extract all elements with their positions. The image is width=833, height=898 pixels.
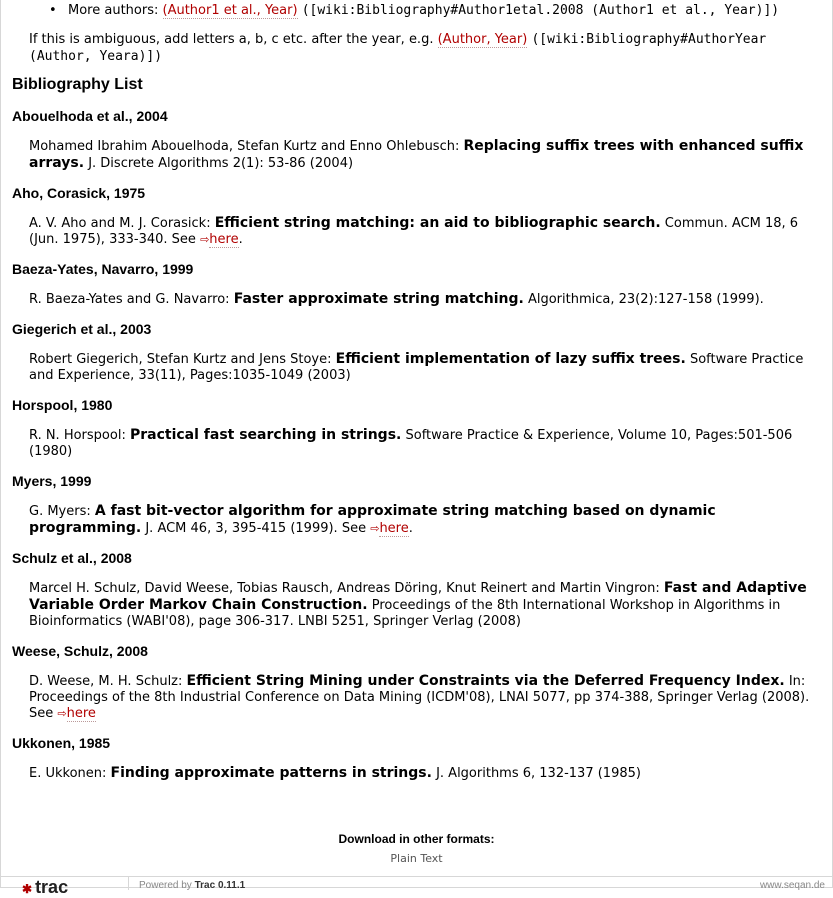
entry-authors: A. V. Aho and M. J. Corasick: — [29, 216, 211, 231]
external-link-icon: ⇨ — [57, 707, 67, 720]
entry-here-link[interactable]: here — [379, 521, 409, 537]
note-text: If this is ambiguous, add letters a, b, … — [29, 32, 434, 47]
entry-authors: Mohamed Ibrahim Abouelhoda, Stefan Kurtz… — [29, 139, 460, 154]
entry-title: Efficient String Mining under Constraint… — [186, 673, 785, 689]
external-link-icon: ⇨ — [200, 233, 210, 246]
entry-key: Baeza-Yates, Navarro, 1999 — [12, 261, 194, 277]
entry-see: See — [29, 706, 54, 721]
entry-title: Faster approximate string matching. — [233, 291, 524, 307]
entry-citation: Mohamed Ibrahim Abouelhoda, Stefan Kurtz… — [29, 138, 822, 172]
entry-key: Myers, 1999 — [12, 473, 92, 489]
entry-title: Practical fast searching in strings. — [129, 427, 402, 443]
entry-authors: R. N. Horspool: — [29, 428, 126, 443]
entry-citation: Marcel H. Schulz, David Weese, Tobias Ra… — [29, 580, 822, 630]
entry-citation: R. N. Horspool: Practical fast searching… — [29, 427, 822, 460]
footer-divider — [128, 877, 129, 890]
entry-key: Giegerich et al., 2003 — [12, 321, 152, 337]
more-authors-bullet: • More authors: (Author1 et al., Year) (… — [12, 2, 822, 19]
trac-version-link[interactable]: Trac 0.11.1 — [195, 880, 246, 891]
trac-logo[interactable]: ✱ trac — [22, 878, 68, 898]
bibliography-list: Abouelhoda et al., 2004 Mohamed Ibrahim A… — [12, 107, 822, 782]
entry-key: Schulz et al., 2008 — [12, 550, 132, 566]
entry-see-tail: . — [408, 521, 413, 536]
bibliography-heading: Bibliography List — [12, 76, 143, 93]
entry-venue: J. Algorithms 6, 132-137 (1985) — [436, 766, 641, 781]
entry-authors: E. Ukkonen: — [29, 766, 107, 781]
entry-authors: D. Weese, M. H. Schulz: — [29, 674, 183, 689]
entry-citation: R. Baeza-Yates and G. Navarro: Faster ap… — [29, 291, 822, 308]
entry-key: Abouelhoda et al., 2004 — [12, 108, 168, 124]
powered-prefix: Powered by — [139, 880, 192, 891]
trac-logo-icon: ✱ — [22, 882, 33, 896]
entry-citation: A. V. Aho and M. J. Corasick: Efficient … — [29, 215, 822, 248]
author-year-link[interactable]: (Author, Year) — [437, 32, 528, 48]
wiki-content: • More authors: (Author1 et al., Year) (… — [12, 0, 822, 782]
entry-citation: D. Weese, M. H. Schulz: Efficient String… — [29, 673, 822, 722]
entry-here-link[interactable]: here — [66, 706, 96, 722]
entry-authors: Robert Giegerich, Stefan Kurtz and Jens … — [29, 352, 332, 367]
entry-authors: Marcel H. Schulz, David Weese, Tobias Ra… — [29, 581, 660, 596]
entry-venue: Algorithmica, 23(2):127-158 (1999). — [527, 292, 764, 307]
entry-authors: R. Baeza-Yates and G. Navarro: — [29, 292, 230, 307]
download-title: Download in other formats: — [338, 832, 495, 846]
entry-title: Finding approximate patterns in strings. — [110, 765, 432, 781]
entry-venue: J. ACM 46, 3, 395-415 (1999). — [145, 521, 338, 536]
entry-see: See — [341, 521, 367, 536]
entry-authors: G. Myers: — [29, 504, 91, 519]
entry-venue: J. Discrete Algorithms 2(1): 53-86 (2004… — [88, 156, 354, 171]
author-etal-link[interactable]: (Author1 et al., Year) — [162, 3, 298, 19]
entry-title: Efficient implementation of lazy suffix … — [335, 351, 686, 367]
trac-logo-text: trac — [35, 877, 69, 897]
plain-text-link[interactable]: Plain Text — [390, 852, 442, 866]
entry-citation: Robert Giegerich, Stefan Kurtz and Jens … — [29, 351, 822, 384]
download-formats: Download in other formats: Plain Text — [0, 832, 833, 866]
bullet-code: ([wiki:Bibliography#Author1etal.2008 (Au… — [301, 3, 780, 18]
ambiguity-note: If this is ambiguous, add letters a, b, … — [29, 31, 822, 65]
entry-key: Aho, Corasick, 1975 — [12, 185, 146, 201]
entry-key: Weese, Schulz, 2008 — [12, 643, 148, 659]
bullet-icon: • — [49, 3, 57, 18]
entry-see-tail: . — [238, 232, 243, 247]
entry-see: See — [171, 232, 196, 247]
bullet-label: More authors: — [68, 3, 159, 18]
powered-by: Powered by Trac 0.11.1 — [139, 880, 245, 891]
entry-key: Horspool, 1980 — [12, 397, 113, 413]
entry-citation: E. Ukkonen: Finding approximate patterns… — [29, 765, 822, 782]
site-link[interactable]: www.seqan.de — [760, 880, 825, 891]
entry-title: Efficient string matching: an aid to bib… — [214, 215, 661, 231]
footer: ✱ trac Powered by Trac 0.11.1 www.seqan.d… — [0, 876, 833, 896]
entry-key: Ukkonen, 1985 — [12, 735, 111, 751]
entry-here-link[interactable]: here — [209, 232, 239, 248]
entry-citation: G. Myers: A fast bit-vector algorithm fo… — [29, 503, 822, 537]
